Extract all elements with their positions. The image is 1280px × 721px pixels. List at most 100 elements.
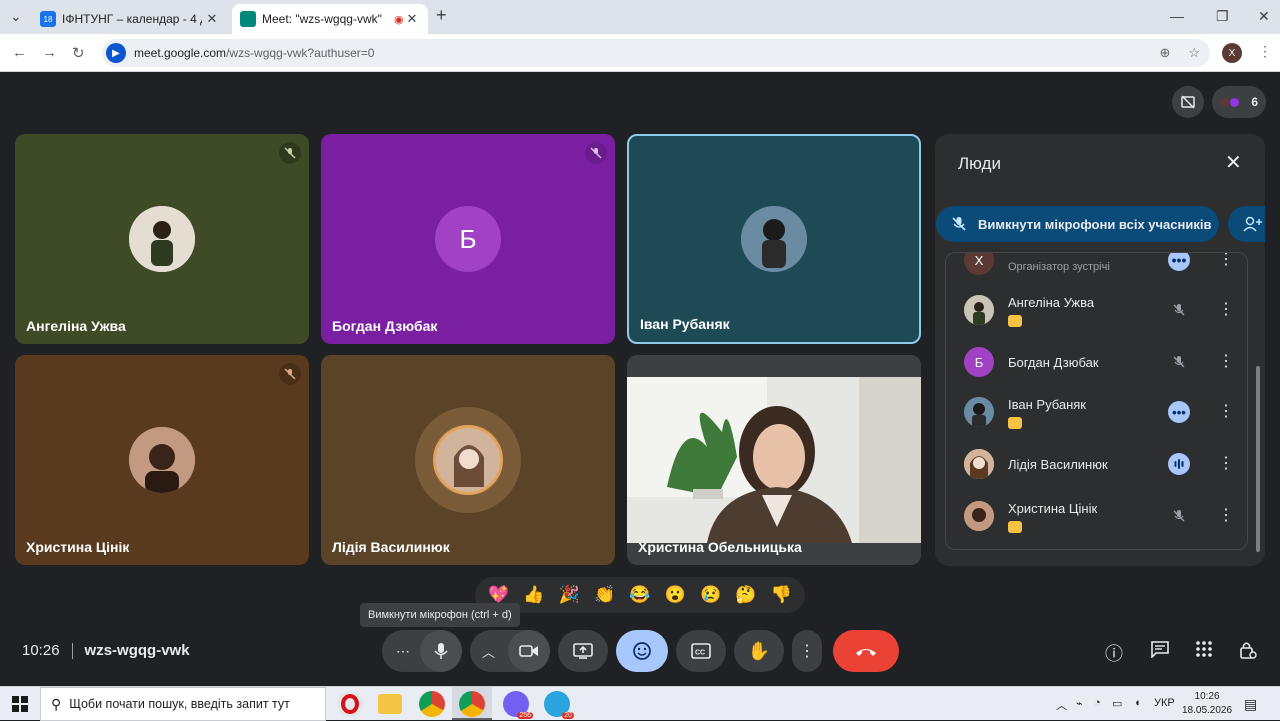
reactions-button[interactable] [616, 630, 668, 672]
camera-icon [519, 645, 538, 657]
profile-avatar[interactable]: X [1222, 43, 1242, 63]
end-call-button[interactable] [833, 630, 899, 672]
badge-icon [1008, 417, 1022, 429]
input-language[interactable]: УКР [1154, 697, 1175, 709]
video-tile[interactable]: Б Богдан Дзюбак [321, 134, 615, 344]
reaction-heart-button[interactable]: 💖 [488, 585, 509, 605]
list-item[interactable]: Б Богдан Дзюбак ⋮ [946, 337, 1247, 387]
tab-search-chevron-icon[interactable]: ⌄ [10, 8, 22, 25]
captions-off-icon[interactable] [1172, 86, 1204, 118]
avatar [129, 206, 195, 272]
reaction-clap-button[interactable]: 👏 [594, 585, 615, 605]
panel-scrollbar[interactable] [1256, 366, 1260, 552]
show-hidden-icons-icon[interactable]: ︿ [1056, 697, 1067, 713]
more-options-icon[interactable]: ⋮ [1218, 253, 1234, 269]
close-icon[interactable]: ✕ [1225, 150, 1242, 175]
zoom-icon[interactable]: ⊕ [1159, 45, 1170, 61]
windows-start-icon[interactable] [12, 696, 28, 712]
video-tile[interactable]: Лідія Василинюк [321, 355, 615, 565]
chevron-up-icon[interactable]: ︿ [478, 642, 495, 661]
url-input[interactable]: ▶ meet.google.com/wzs-wgqg-vwk?authuser=… [102, 39, 1210, 67]
meeting-details-icon[interactable]: ⓘ [1105, 640, 1123, 666]
host-controls-lock-icon[interactable] [1238, 640, 1258, 665]
avatar [433, 425, 503, 495]
reaction-thumbs-down-button[interactable]: 👎 [771, 585, 792, 605]
activities-grid-icon[interactable] [1195, 640, 1213, 663]
telegram-icon[interactable]: 20 [544, 691, 574, 719]
list-item[interactable]: Лідія Василинюк ⋮ [946, 439, 1247, 489]
battery-icon[interactable]: ▭ [1112, 697, 1122, 710]
reaction-laugh-button[interactable]: 😂 [629, 585, 650, 605]
notifications-icon[interactable]: ▤ [1244, 696, 1257, 713]
clock-time: 10:26 [1194, 691, 1220, 702]
forward-icon[interactable]: → [42, 44, 57, 61]
chrome-icon[interactable] [419, 691, 445, 717]
chrome-profile-icon[interactable] [459, 691, 485, 717]
avatar: Б [964, 347, 994, 377]
wifi-icon[interactable]: ◔ [1094, 697, 1101, 709]
search-placeholder: Щоби почати пошук, введіть запит тут [69, 697, 290, 711]
more-options-icon[interactable]: ⋮ [1218, 505, 1234, 525]
opera-icon[interactable] [337, 691, 363, 717]
more-options-icon[interactable]: ⋮ [1218, 299, 1234, 319]
file-explorer-icon[interactable] [378, 694, 402, 714]
captions-icon: CC [691, 643, 711, 659]
reaction-sad-button[interactable]: 😢 [700, 585, 721, 605]
camera-button[interactable] [508, 630, 550, 672]
video-tile[interactable]: Ангеліна Ужва [15, 134, 309, 344]
video-tile[interactable]: Христина Обельницька [627, 355, 921, 565]
participant-name: Христина Обельницька [638, 539, 802, 555]
network-icon[interactable]: ⌁ [1076, 697, 1083, 710]
tab-meet[interactable]: Meet: "wzs-wgqg-vwk" ◉ ✕ [232, 4, 428, 34]
microphone-button[interactable] [420, 630, 462, 672]
list-item[interactable]: Христина Цінік ⋮ [946, 491, 1247, 541]
close-icon[interactable]: ✕ [204, 11, 220, 27]
taskbar-clock[interactable]: 10:26 18.05.2026 [1182, 690, 1232, 718]
add-people-button[interactable] [1228, 206, 1265, 242]
taskbar-search-input[interactable]: ⚲ Щоби почати пошук, введіть запит тут [40, 687, 326, 721]
reaction-party-button[interactable]: 🎉 [559, 585, 580, 605]
video-tile[interactable]: Іван Рубаняк [627, 134, 921, 344]
video-tile[interactable]: Христина Цінік [15, 355, 309, 565]
avatar [964, 397, 994, 427]
browser-tab-bar: ⌄ 18 ІФНТУНГ – календар - 4 дні, п... ✕ … [0, 0, 1280, 34]
close-icon[interactable]: ✕ [404, 11, 420, 27]
video-site-icon[interactable]: ▶ [106, 43, 126, 63]
more-options-icon[interactable]: ⋮ [1218, 351, 1234, 371]
bookmark-star-icon[interactable]: ☆ [1188, 45, 1200, 61]
more-options-icon[interactable]: ⋮ [1218, 401, 1234, 421]
viber-icon[interactable]: 256 [503, 691, 533, 719]
tab-calendar[interactable]: 18 ІФНТУНГ – календар - 4 дні, п... ✕ [32, 4, 228, 34]
participant-name: Ангеліна Ужва [26, 318, 126, 334]
mute-all-button[interactable]: Вимкнути мікрофони всіх учасників [936, 206, 1219, 242]
participant-avatars-icon [1220, 97, 1239, 107]
back-icon[interactable]: ← [12, 44, 27, 61]
reaction-surprised-button[interactable]: 😮 [665, 585, 686, 605]
captions-button[interactable]: CC [676, 630, 726, 672]
end-call-icon [856, 649, 876, 656]
reaction-thinking-button[interactable]: 🤔 [735, 585, 756, 605]
participants-button[interactable]: 6 [1212, 86, 1266, 118]
mic-off-icon [585, 142, 607, 164]
raise-hand-button[interactable]: ✋ [734, 630, 784, 672]
mic-off-icon [1168, 505, 1190, 527]
list-item[interactable]: Х Організатор зустрічі ••• ⋮ [946, 253, 1247, 285]
window-close-icon[interactable]: ✕ [1258, 8, 1270, 25]
camera-feed [627, 377, 921, 543]
list-item[interactable]: Іван Рубаняк ••• ⋮ [946, 387, 1247, 437]
more-options-icon[interactable]: ⋮ [1218, 453, 1234, 473]
minimize-icon[interactable]: — [1170, 8, 1184, 24]
volume-icon[interactable]: ◖ [1134, 697, 1141, 709]
more-options-button[interactable]: ⋮ [792, 630, 822, 672]
maximize-icon[interactable]: ❐ [1216, 8, 1229, 25]
reaction-thumbs-up-button[interactable]: 👍 [523, 585, 544, 605]
new-tab-button[interactable]: + [436, 5, 447, 26]
present-screen-button[interactable] [558, 630, 608, 672]
camera-control-group: ︿ [470, 630, 550, 672]
more-audio-options-icon[interactable]: ⋯ [390, 643, 410, 660]
speaking-bars-icon [1168, 453, 1190, 475]
browser-menu-icon[interactable]: ⋮ [1258, 43, 1272, 60]
chat-icon[interactable] [1150, 640, 1170, 663]
reload-icon[interactable]: ↻ [72, 44, 85, 62]
list-item[interactable]: Ангеліна Ужва ⋮ [946, 285, 1247, 335]
